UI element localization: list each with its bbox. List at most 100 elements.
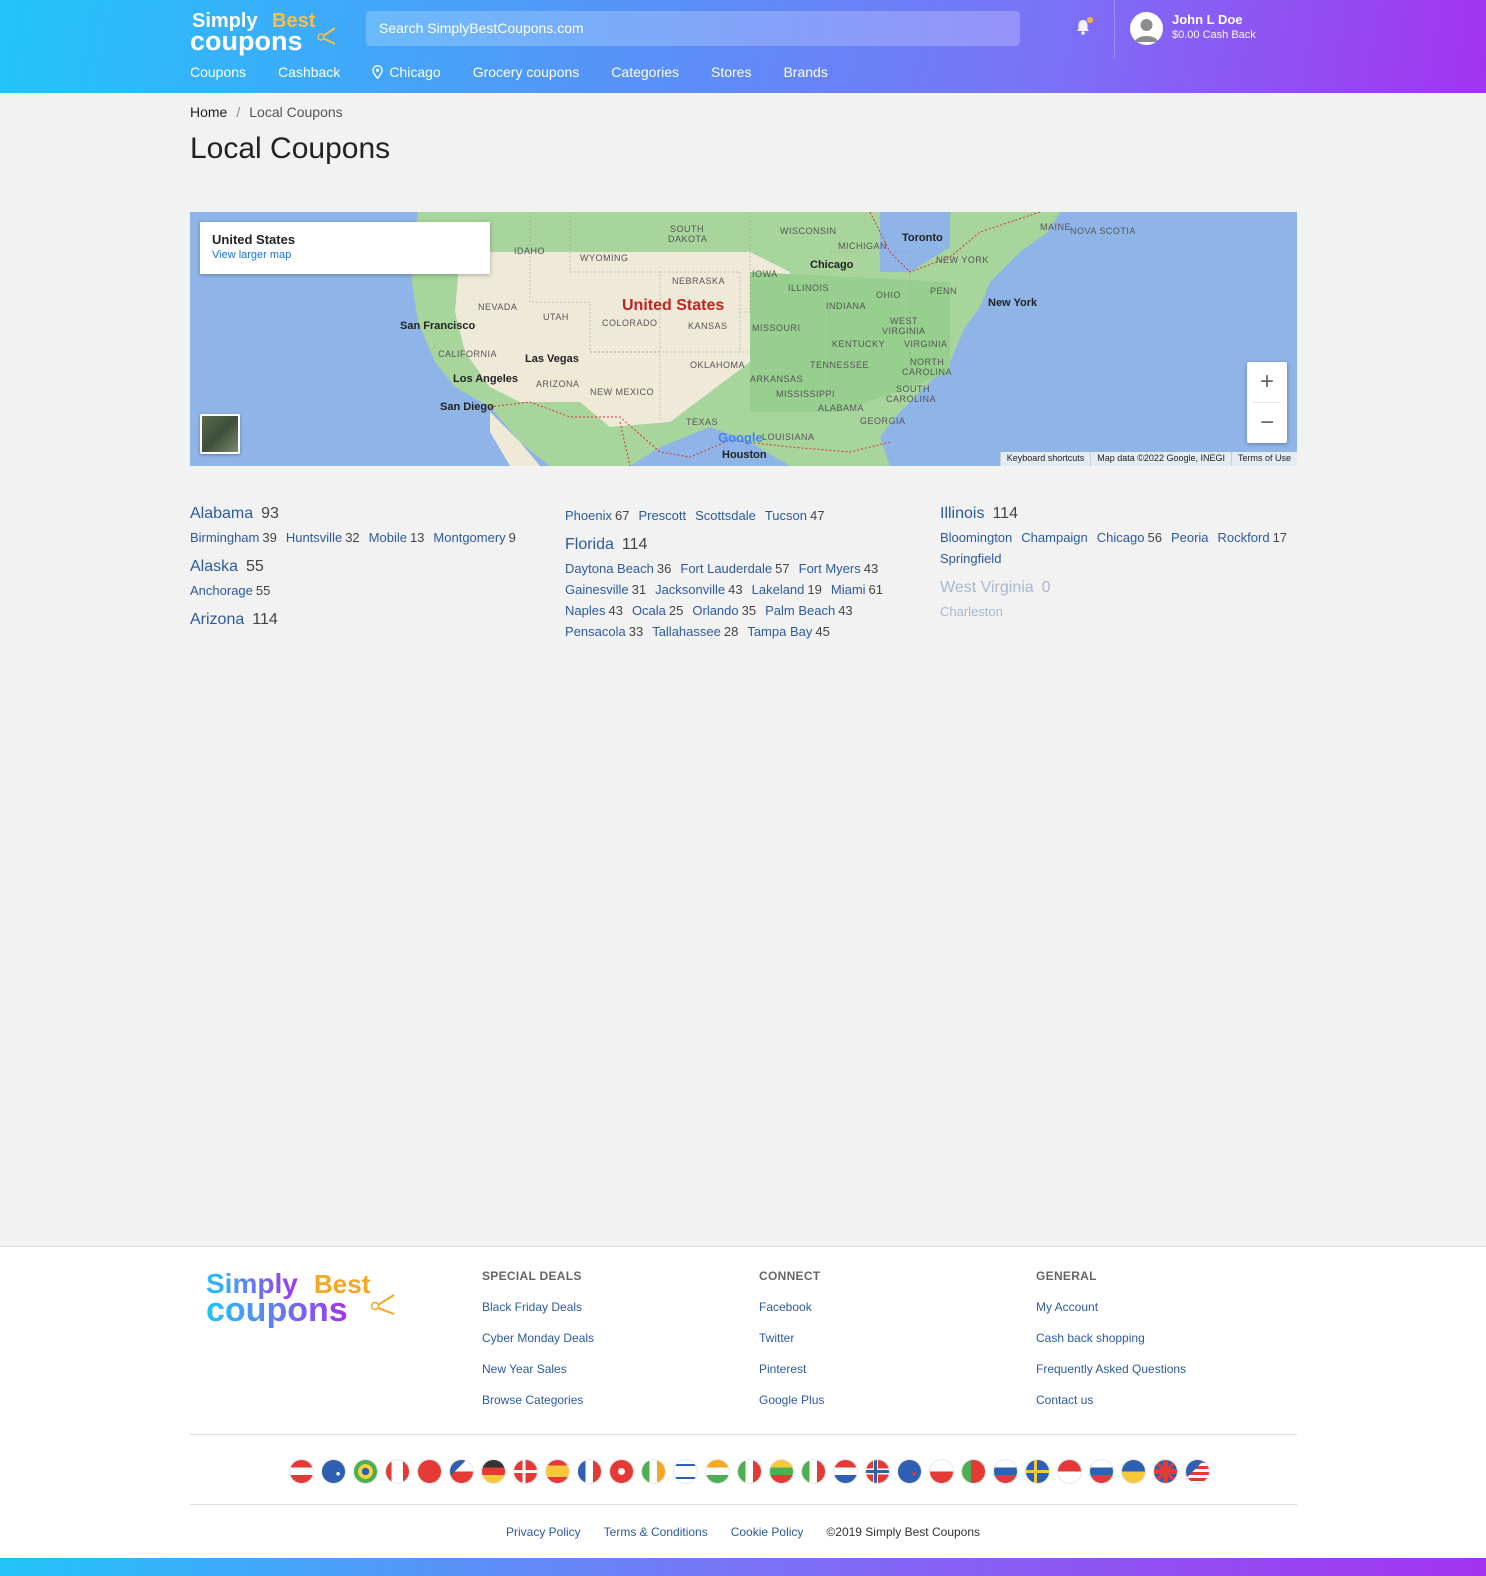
state-link[interactable]: Alaska bbox=[190, 558, 238, 576]
flag-austria-icon[interactable] bbox=[289, 1459, 314, 1484]
view-larger-map-link[interactable]: View larger map bbox=[212, 249, 478, 261]
city-link[interactable]: Montgomery bbox=[433, 530, 505, 545]
flag-mexico-icon[interactable] bbox=[801, 1459, 826, 1484]
city-link[interactable]: Prescott bbox=[638, 508, 686, 523]
footer-link[interactable]: My Account bbox=[1036, 1300, 1186, 1314]
terms-conditions-link[interactable]: Terms & Conditions bbox=[604, 1525, 708, 1539]
satellite-toggle[interactable] bbox=[200, 414, 240, 454]
flag-poland-icon[interactable] bbox=[929, 1459, 954, 1484]
flag-italy-icon[interactable] bbox=[737, 1459, 762, 1484]
flag-canada-icon[interactable] bbox=[385, 1459, 410, 1484]
site-logo[interactable]: Simply Best coupons bbox=[190, 8, 340, 56]
city-link[interactable]: Pensacola bbox=[565, 624, 626, 639]
footer-logo[interactable]: Simply Best coupons bbox=[206, 1265, 401, 1329]
city-link[interactable]: Springfield bbox=[940, 551, 1001, 566]
city-link[interactable]: Anchorage bbox=[190, 583, 253, 598]
city-link[interactable]: Tallahassee bbox=[652, 624, 721, 639]
flag-ukraine-icon[interactable] bbox=[1121, 1459, 1146, 1484]
footer-link[interactable]: Browse Categories bbox=[482, 1393, 594, 1407]
footer-link[interactable]: Cash back shopping bbox=[1036, 1331, 1186, 1345]
nav-location[interactable]: Chicago bbox=[372, 62, 441, 82]
footer-link[interactable]: Google Plus bbox=[759, 1393, 824, 1407]
nav-stores[interactable]: Stores bbox=[711, 62, 751, 82]
footer-link[interactable]: Contact us bbox=[1036, 1393, 1186, 1407]
nav-grocery-coupons[interactable]: Grocery coupons bbox=[473, 62, 580, 82]
flag-new-zealand-icon[interactable] bbox=[897, 1459, 922, 1484]
city-link[interactable]: Ocala bbox=[632, 603, 666, 618]
city-link[interactable]: Fort Lauderdale bbox=[680, 561, 772, 576]
city-link[interactable]: Tampa Bay bbox=[747, 624, 812, 639]
terms-of-use-link[interactable]: Terms of Use bbox=[1230, 452, 1297, 466]
nav-categories[interactable]: Categories bbox=[611, 62, 679, 82]
state-link[interactable]: Illinois bbox=[940, 505, 984, 523]
flag-brazil-icon[interactable] bbox=[353, 1459, 378, 1484]
nav-coupons[interactable]: Coupons bbox=[190, 62, 246, 82]
flag-france-icon[interactable] bbox=[577, 1459, 602, 1484]
city-link[interactable]: Peoria bbox=[1171, 530, 1209, 545]
city-link[interactable]: Birmingham bbox=[190, 530, 259, 545]
state-link[interactable]: Arizona bbox=[190, 611, 244, 629]
state-link[interactable]: Florida bbox=[565, 536, 614, 554]
city-link[interactable]: Palm Beach bbox=[765, 603, 835, 618]
city-link[interactable]: Rockford bbox=[1218, 530, 1270, 545]
footer-link[interactable]: Twitter bbox=[759, 1331, 824, 1345]
flag-india-icon[interactable] bbox=[705, 1459, 730, 1484]
nav-brands[interactable]: Brands bbox=[783, 62, 827, 82]
flag-australia-icon[interactable] bbox=[321, 1459, 346, 1484]
flag-germany-icon[interactable] bbox=[481, 1459, 506, 1484]
flag-hong-kong-icon[interactable] bbox=[609, 1459, 634, 1484]
footer-link[interactable]: Pinterest bbox=[759, 1362, 824, 1376]
city-link[interactable]: Lakeland bbox=[752, 582, 805, 597]
city-link[interactable]: Champaign bbox=[1021, 530, 1088, 545]
city-link[interactable]: Phoenix bbox=[565, 508, 612, 523]
flag-portugal-icon[interactable] bbox=[961, 1459, 986, 1484]
nav-cashback[interactable]: Cashback bbox=[278, 62, 340, 82]
city-link[interactable]: Scottsdale bbox=[695, 508, 756, 523]
city-link[interactable]: Miami bbox=[831, 582, 866, 597]
search-input[interactable]: Search SimplyBestCoupons.com bbox=[366, 11, 1020, 46]
flag-netherlands-icon[interactable] bbox=[833, 1459, 858, 1484]
zoom-out-button[interactable]: − bbox=[1247, 403, 1287, 443]
privacy-policy-link[interactable]: Privacy Policy bbox=[506, 1525, 581, 1539]
avatar[interactable] bbox=[1130, 12, 1163, 45]
city-link[interactable]: Gainesville bbox=[565, 582, 629, 597]
flag-czech-republic-icon[interactable] bbox=[449, 1459, 474, 1484]
city-link[interactable]: Tucson bbox=[765, 508, 807, 523]
footer-link[interactable]: New Year Sales bbox=[482, 1362, 594, 1376]
cookie-policy-link[interactable]: Cookie Policy bbox=[731, 1525, 804, 1539]
flag-united-kingdom-icon[interactable] bbox=[1153, 1459, 1178, 1484]
footer-link[interactable]: Black Friday Deals bbox=[482, 1300, 594, 1314]
city-link[interactable]: Orlando bbox=[692, 603, 738, 618]
city-link[interactable]: Jacksonville bbox=[655, 582, 725, 597]
zoom-in-button[interactable]: + bbox=[1247, 362, 1287, 402]
city-link[interactable]: Chicago bbox=[1097, 530, 1145, 545]
keyboard-shortcuts-link[interactable]: Keyboard shortcuts bbox=[999, 452, 1091, 466]
breadcrumb-home[interactable]: Home bbox=[190, 104, 227, 120]
footer-link[interactable]: Facebook bbox=[759, 1300, 824, 1314]
google-map[interactable]: SOUTH DAKOTA WISCONSIN MICHIGAN IDAHO WY… bbox=[190, 212, 1297, 466]
flag-spain-icon[interactable] bbox=[545, 1459, 570, 1484]
user-name[interactable]: John L Doe bbox=[1172, 12, 1243, 27]
city-link[interactable]: Charleston bbox=[940, 604, 1003, 619]
flag-norway-icon[interactable] bbox=[865, 1459, 890, 1484]
footer-link[interactable]: Cyber Monday Deals bbox=[482, 1331, 594, 1345]
flag-israel-icon[interactable] bbox=[673, 1459, 698, 1484]
state-link[interactable]: West Virginia bbox=[940, 579, 1034, 597]
flag-ireland-icon[interactable] bbox=[641, 1459, 666, 1484]
city-link[interactable]: Mobile bbox=[369, 530, 407, 545]
footer-link[interactable]: Frequently Asked Questions bbox=[1036, 1362, 1186, 1376]
flag-denmark-icon[interactable] bbox=[513, 1459, 538, 1484]
city-link[interactable]: Bloomington bbox=[940, 530, 1012, 545]
flag-lithuania-icon[interactable] bbox=[769, 1459, 794, 1484]
flag-slovakia-icon[interactable] bbox=[1089, 1459, 1114, 1484]
flag-russia-icon[interactable] bbox=[993, 1459, 1018, 1484]
flag-sweden-icon[interactable] bbox=[1025, 1459, 1050, 1484]
city-link[interactable]: Daytona Beach bbox=[565, 561, 654, 576]
city-link[interactable]: Huntsville bbox=[286, 530, 342, 545]
flag-united-states-icon[interactable] bbox=[1185, 1459, 1210, 1484]
flag-singapore-icon[interactable] bbox=[1057, 1459, 1082, 1484]
flag-switzerland-icon[interactable] bbox=[417, 1459, 442, 1484]
state-link[interactable]: Alabama bbox=[190, 505, 253, 523]
city-link[interactable]: Fort Myers bbox=[799, 561, 861, 576]
city-link[interactable]: Naples bbox=[565, 603, 605, 618]
